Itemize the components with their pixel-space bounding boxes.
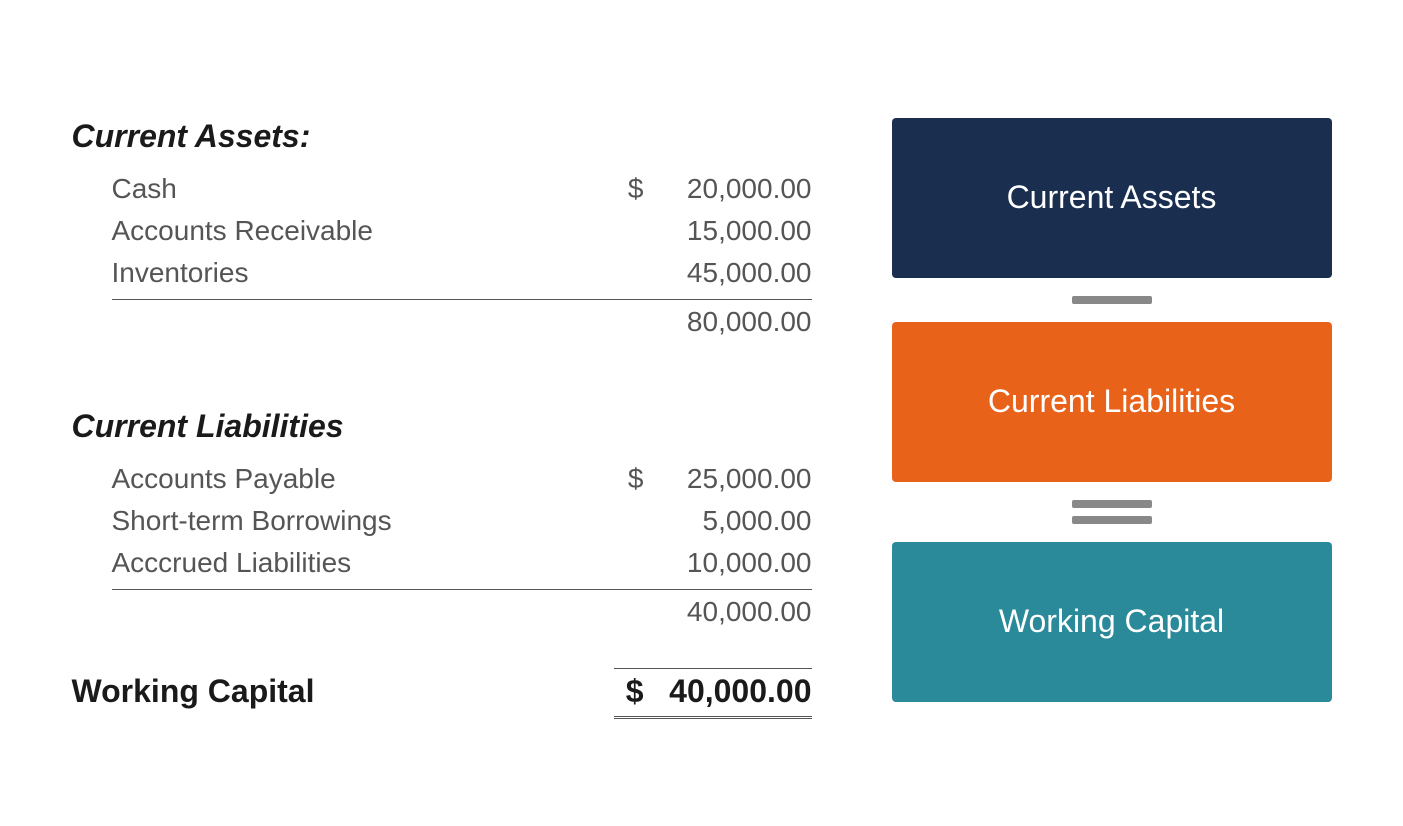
working-capital-box-label: Working Capital bbox=[999, 603, 1224, 640]
cash-row: Cash $ 20,000.00 bbox=[112, 173, 812, 205]
accrued-liabilities-label: Acccrued Liabilities bbox=[112, 547, 614, 579]
eq-bar-top bbox=[1072, 500, 1152, 508]
working-capital-value: $ 40,000.00 bbox=[614, 668, 812, 719]
eq-bar-bottom bbox=[1072, 516, 1152, 524]
assets-subtotal-amount: 80,000.00 bbox=[652, 306, 812, 338]
current-assets-header: Current Assets: bbox=[72, 118, 812, 155]
short-term-borrowings-label: Short-term Borrowings bbox=[112, 505, 614, 537]
current-assets-box-label: Current Assets bbox=[1007, 179, 1217, 216]
accounts-payable-row: Accounts Payable $ 25,000.00 bbox=[112, 463, 812, 495]
working-capital-label: Working Capital bbox=[72, 673, 614, 710]
cash-label: Cash bbox=[112, 173, 614, 205]
liabilities-subtotal-amount: 40,000.00 bbox=[652, 596, 812, 628]
stb-amount: 5,000.00 bbox=[652, 505, 812, 537]
current-liabilities-box-label: Current Liabilities bbox=[988, 383, 1235, 420]
ap-dollar: $ bbox=[614, 463, 644, 495]
current-assets-items: Cash $ 20,000.00 Accounts Receivable 15,… bbox=[112, 173, 812, 289]
ap-amount: 25,000.00 bbox=[652, 463, 812, 495]
inventories-row: Inventories 45,000.00 bbox=[112, 257, 812, 289]
current-liabilities-header: Current Liabilities bbox=[72, 408, 812, 445]
al-amount: 10,000.00 bbox=[652, 547, 812, 579]
cash-amount: 20,000.00 bbox=[652, 173, 812, 205]
wc-amount: 40,000.00 bbox=[652, 673, 812, 710]
accounts-payable-label: Accounts Payable bbox=[112, 463, 614, 495]
ar-amount: 15,000.00 bbox=[652, 215, 812, 247]
inventories-amount: 45,000.00 bbox=[652, 257, 812, 289]
wc-dollar: $ bbox=[614, 673, 644, 710]
accrued-liabilities-row: Acccrued Liabilities 10,000.00 bbox=[112, 547, 812, 579]
working-capital-box: Working Capital bbox=[892, 542, 1332, 702]
equals-symbol bbox=[1072, 482, 1152, 542]
working-capital-row: Working Capital $ 40,000.00 bbox=[72, 668, 812, 719]
main-container: Current Assets: Cash $ 20,000.00 Account… bbox=[52, 68, 1352, 759]
minus-symbol bbox=[1072, 278, 1152, 322]
cash-dollar: $ bbox=[614, 173, 644, 205]
minus-bar bbox=[1072, 296, 1152, 304]
current-assets-box: Current Assets bbox=[892, 118, 1332, 278]
current-liabilities-items: Accounts Payable $ 25,000.00 Short-term … bbox=[112, 463, 812, 579]
liabilities-subtotal-row: 40,000.00 bbox=[112, 589, 812, 628]
short-term-borrowings-row: Short-term Borrowings 5,000.00 bbox=[112, 505, 812, 537]
inventories-label: Inventories bbox=[112, 257, 614, 289]
right-panel: Current Assets Current Liabilities Worki… bbox=[892, 108, 1332, 702]
accounts-receivable-row: Accounts Receivable 15,000.00 bbox=[112, 215, 812, 247]
assets-subtotal-row: 80,000.00 bbox=[112, 299, 812, 338]
current-liabilities-box: Current Liabilities bbox=[892, 322, 1332, 482]
left-panel: Current Assets: Cash $ 20,000.00 Account… bbox=[72, 108, 812, 719]
accounts-receivable-label: Accounts Receivable bbox=[112, 215, 614, 247]
